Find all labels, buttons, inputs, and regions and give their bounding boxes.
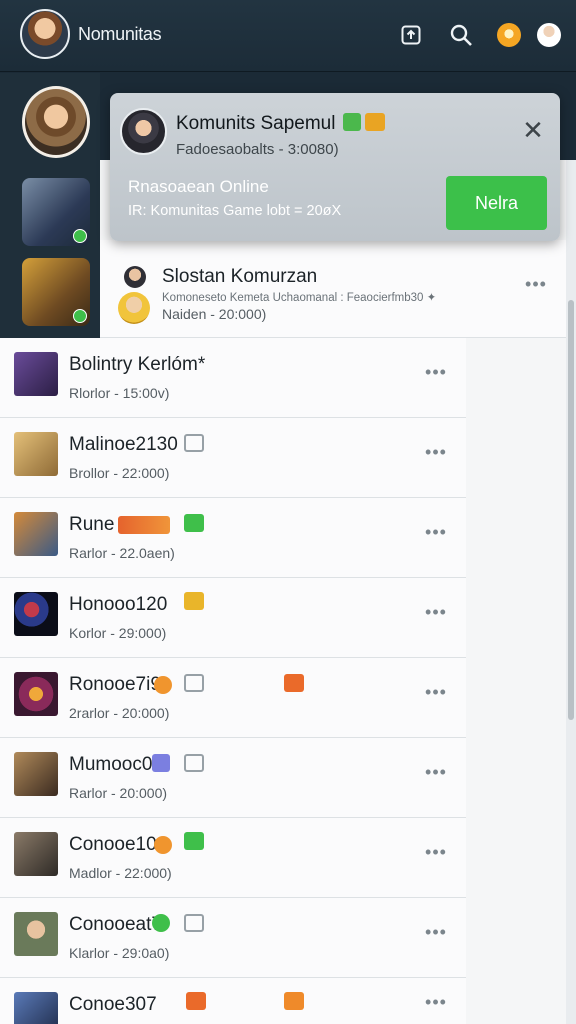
leaf-badge-icon: [343, 113, 361, 131]
list-item[interactable]: Malinoe2130 Brollor - 22:000) •••: [0, 418, 466, 498]
fire-badge-icon: [186, 992, 206, 1010]
list-item-meta: Naiden - 20:000): [162, 306, 267, 322]
list-item-name: Malinoe2130: [69, 434, 178, 455]
bookmark-icon[interactable]: [184, 434, 204, 452]
status-check-icon: [73, 309, 87, 323]
user-avatar: [537, 23, 561, 47]
list-item[interactable]: Bolintry Kerlóm* Rlorlor - 15:00v) •••: [0, 338, 466, 418]
list-item-name: Bolintry Kerlóm*: [69, 354, 206, 375]
list-item-meta: Brollor - 22:000): [69, 465, 170, 481]
more-options-icon[interactable]: •••: [424, 362, 448, 382]
notification-popup[interactable]: Komunits Sapemul Fadoesaobalts - 3:0080)…: [110, 93, 560, 241]
list-item-name: Conooeat7: [69, 914, 162, 935]
notifications-icon[interactable]: [494, 20, 524, 50]
list-item-name: Mumooc0V: [69, 754, 166, 775]
app-title: Nomunitas: [78, 24, 162, 44]
popup-detail: IR: Komunitas Game lobt = 20øX: [128, 203, 342, 219]
member-avatar: [118, 292, 150, 324]
list-item[interactable]: Conoe307 •••: [0, 978, 466, 1024]
list-item-thumbnail: [14, 592, 58, 636]
rail-game-tile[interactable]: [22, 178, 90, 246]
rank-badge-icon: [154, 676, 172, 694]
list-item-thumbnail: [14, 912, 58, 956]
list-item[interactable]: Mumooc0V Rarlor - 20:000) •••: [0, 738, 466, 818]
list-item-name: Ronooe7i9: [69, 674, 161, 695]
status-check-icon: [73, 229, 87, 243]
profile-icon[interactable]: [534, 20, 564, 50]
list-item-name: Conoe307: [69, 994, 157, 1015]
list-item-meta: Rarlor - 22.0aen): [69, 545, 175, 561]
more-options-icon[interactable]: •••: [424, 922, 448, 942]
list-item-thumbnail: [14, 512, 58, 556]
community-avatar[interactable]: [20, 9, 70, 59]
popup-headline: Rnasoaean Online: [128, 177, 269, 196]
rail-game-tile[interactable]: [22, 258, 90, 326]
list-item-meta: Klarlor - 29:0a0): [69, 945, 170, 961]
more-options-icon[interactable]: •••: [424, 682, 448, 702]
list-item-thumbnail: [14, 752, 58, 796]
list-item-meta: Rlorlor - 15:00v): [69, 385, 170, 401]
list-item-subtitle: Komoneseto Kemeta Uchaomanal : Feaocierf…: [162, 292, 437, 304]
star-badge-icon: [365, 113, 385, 131]
list-item-meta: Madlor - 22:000): [69, 865, 172, 881]
list-item-meta: Rarlor - 20:000): [69, 785, 168, 801]
list-scrollbar[interactable]: [566, 160, 576, 1024]
bookmark-icon[interactable]: [184, 674, 204, 692]
more-options-icon[interactable]: •••: [424, 992, 448, 1012]
rank-badge-icon: [118, 516, 170, 534]
member-avatar: [124, 266, 146, 288]
list-item-name: Slostan Komurzan: [162, 266, 318, 287]
gem-badge-icon: [152, 754, 170, 772]
popup-subtitle: Fadoesaobalts - 3:0080): [176, 141, 339, 158]
close-icon[interactable]: ✕: [520, 117, 546, 143]
list-item[interactable]: Rune Rarlor - 22.0aen) •••: [0, 498, 466, 578]
top-bar: Nomunitas: [0, 0, 576, 72]
list-item[interactable]: Conooeat7 Klarlor - 29:0a0) •••: [0, 898, 466, 978]
gold-badge-icon: [184, 592, 204, 610]
scrollbar-thumb[interactable]: [568, 300, 574, 720]
list-item-name: Honooo120: [69, 594, 168, 615]
bookmark-icon[interactable]: [184, 754, 204, 772]
list-item-name: Conooe10: [69, 834, 157, 855]
more-options-icon[interactable]: •••: [424, 522, 448, 542]
list-item[interactable]: Conooe10 Madlor - 22:000) •••: [0, 818, 466, 898]
list-item-featured[interactable]: Slostan Komurzan Komoneseto Kemeta Uchao…: [100, 240, 566, 338]
list-item-meta: Korlor - 29:000): [69, 625, 167, 641]
join-button[interactable]: Nelra: [446, 176, 547, 230]
list-item-meta: 2rarlor - 20:000): [69, 705, 170, 721]
more-options-icon[interactable]: •••: [424, 762, 448, 782]
list-item-thumbnail: [14, 992, 58, 1024]
list-item-thumbnail: [14, 672, 58, 716]
notification-badge: [497, 23, 521, 47]
list-item-thumbnail: [14, 352, 58, 396]
online-badge-icon: [184, 832, 204, 850]
verified-badge-icon: [152, 914, 170, 932]
rail-profile-avatar[interactable]: [22, 86, 90, 158]
popup-title: Komunits Sapemul: [176, 113, 336, 134]
more-options-icon[interactable]: •••: [524, 274, 548, 294]
list-item-name: Rune: [69, 514, 115, 535]
search-icon[interactable]: [446, 20, 476, 50]
more-options-icon[interactable]: •••: [424, 442, 448, 462]
gift-badge-icon: [284, 992, 304, 1010]
more-options-icon[interactable]: •••: [424, 842, 448, 862]
list-item[interactable]: Ronooe7i9 2rarlor - 20:000) •••: [0, 658, 466, 738]
rank-badge-icon: [154, 836, 172, 854]
online-badge-icon: [184, 514, 204, 532]
bookmark-icon[interactable]: [184, 914, 204, 932]
list-item-thumbnail: [14, 832, 58, 876]
share-icon[interactable]: [396, 20, 426, 50]
popup-avatar: [120, 108, 167, 155]
list-item-thumbnail: [14, 432, 58, 476]
fire-badge-icon: [284, 674, 304, 692]
list-item[interactable]: Honooo120 Korlor - 29:000) •••: [0, 578, 466, 658]
more-options-icon[interactable]: •••: [424, 602, 448, 622]
